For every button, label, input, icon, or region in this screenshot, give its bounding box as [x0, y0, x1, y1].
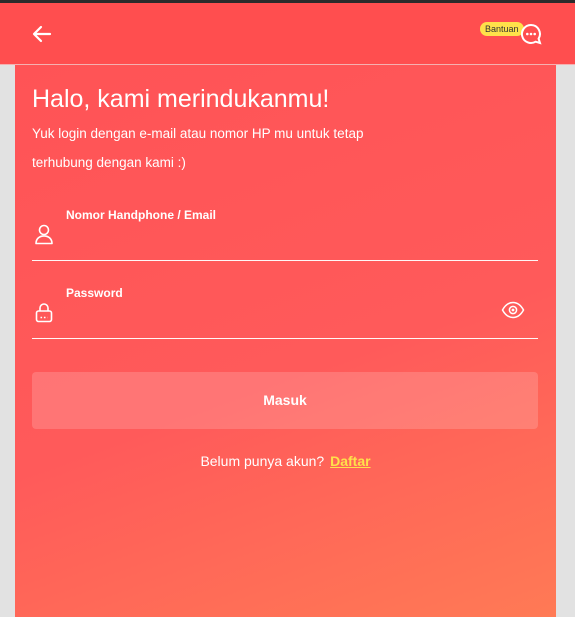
login-button[interactable]: Masuk	[32, 372, 538, 429]
lock-icon	[35, 303, 53, 323]
phone-email-label: Nomor Handphone / Email	[66, 208, 217, 222]
app-header: Bantuan	[0, 3, 575, 65]
user-icon	[35, 224, 53, 245]
password-input[interactable]	[66, 305, 500, 331]
signup-prompt: Belum punya akun?	[200, 453, 325, 469]
background-right	[556, 65, 575, 617]
eye-icon[interactable]	[501, 301, 525, 319]
arrow-left-icon[interactable]	[30, 22, 54, 46]
password-field: Password	[32, 283, 538, 339]
help-badge: Bantuan	[480, 22, 524, 36]
phone-email-input[interactable]	[66, 227, 500, 253]
help-button[interactable]: Bantuan	[480, 20, 544, 48]
password-label: Password	[66, 286, 123, 300]
signup-link[interactable]: Daftar	[330, 453, 370, 469]
signup-row: Belum punya akun? Daftar	[15, 453, 556, 469]
login-subtitle: Yuk login dengan e-mail atau nomor HP mu…	[32, 126, 364, 170]
login-panel: Halo, kami merindukanmu! Yuk login denga…	[15, 65, 556, 617]
phone-email-field: Nomor Handphone / Email	[32, 205, 538, 261]
chat-bubble-icon	[520, 23, 542, 45]
background-left	[0, 65, 15, 617]
login-title: Halo, kami merindukanmu!	[32, 85, 330, 113]
